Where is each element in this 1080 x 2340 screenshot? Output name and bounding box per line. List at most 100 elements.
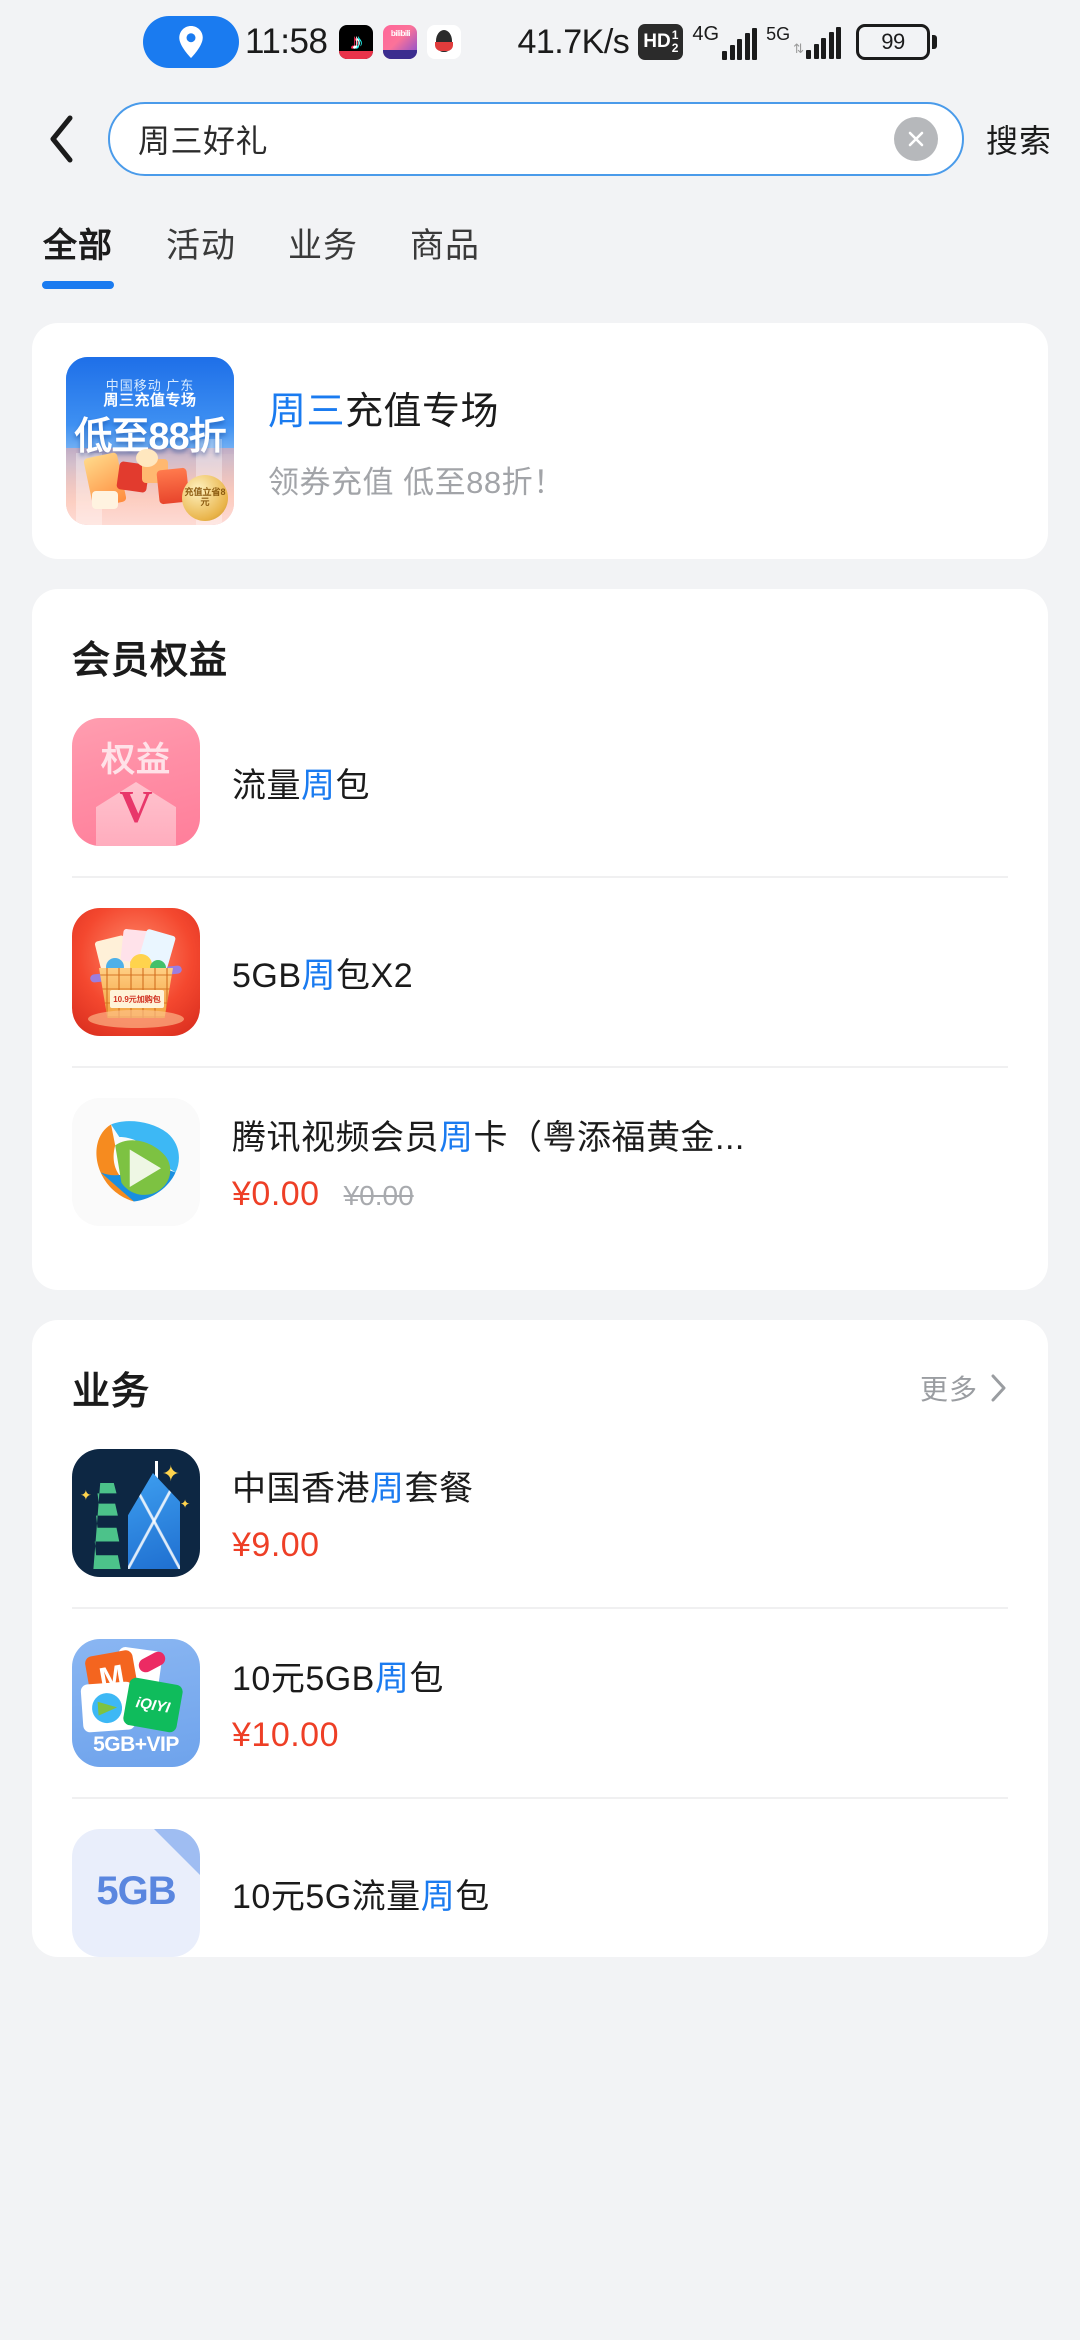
search-input[interactable]: 周三好礼 <box>108 102 964 176</box>
battery-level: 99 <box>881 29 905 54</box>
data-pack-icon-text: 5GB <box>96 1869 176 1913</box>
list-item-name: 10元5GB周包 <box>232 1651 1008 1700</box>
location-pin-icon <box>142 16 239 68</box>
promo-title-highlight: 周三 <box>268 391 346 433</box>
item-price: ¥10.00 <box>232 1716 339 1754</box>
hongkong-skyline-icon: ✦ ✦ ✦ <box>72 1449 200 1577</box>
item-name-pre: 中国香港 <box>232 1470 370 1508</box>
vip-icon-text: 5GB+VIP <box>93 1733 179 1756</box>
item-price-original: ¥0.00 <box>343 1180 414 1211</box>
list-item[interactable]: ✦ ✦ ✦ 中国香港周套餐 ¥9.00 <box>72 1425 1008 1607</box>
item-name-post: 包X2 <box>336 956 414 995</box>
section-services: 业务 更多 ✦ ✦ ✦ 中国香港周套餐 ¥9.00 M iQIYI 5GB+VI… <box>32 1320 1048 1957</box>
tab-services[interactable]: 业务 <box>288 218 358 295</box>
item-name-pre: 腾讯视频会员 <box>232 1119 439 1157</box>
item-name-post: 包 <box>335 766 370 805</box>
tab-activities-label: 活动 <box>166 227 236 265</box>
tab-all-label: 全部 <box>43 227 113 265</box>
list-item-name: 5GB周包X2 <box>232 948 1008 997</box>
signal-1: 4G <box>692 23 758 60</box>
search-input-value[interactable]: 周三好礼 <box>138 116 894 162</box>
status-app-icons <box>339 25 462 59</box>
list-item[interactable]: 腾讯视频会员周卡（粤添福黄金... ¥0.00 ¥0.00 <box>72 1066 1008 1256</box>
more-link[interactable]: 更多 <box>920 1368 1008 1408</box>
qq-icon <box>427 25 462 59</box>
item-name-post: 卡（粤添福黄金... <box>473 1119 745 1157</box>
hd-label: HD <box>643 31 671 52</box>
back-chevron-icon[interactable] <box>34 109 88 169</box>
section-title-services: 业务 <box>72 1371 151 1413</box>
tab-products-label: 商品 <box>410 227 480 265</box>
search-header: 周三好礼 搜索 <box>0 84 1080 194</box>
gift-basket-icon: 10.9元加购包 <box>72 908 200 1036</box>
signal-1-bars <box>722 28 758 60</box>
signal-2-label: 5G <box>766 24 791 44</box>
tab-services-label: 业务 <box>288 227 358 265</box>
signal-1-label: 4G <box>692 23 720 45</box>
tencent-video-icon <box>72 1098 200 1226</box>
item-name-highlight: 周 <box>370 1470 405 1508</box>
status-bar: 11:58 41.7K/s HD 1 2 4G 5G ⇅ 99 <box>0 0 1080 84</box>
item-name-post: 套餐 <box>404 1470 474 1508</box>
list-item-name: 中国香港周套餐 <box>232 1461 1008 1510</box>
promo-subtitle: 领券充值 低至88折！ <box>268 465 565 500</box>
section-member-benefits: 会员权益 权益 V 流量周包 10.9元加购包 5GB周包X2 腾讯视频会员周卡… <box>32 589 1048 1290</box>
item-name-post: 包 <box>409 1660 444 1698</box>
price-row: ¥9.00 <box>232 1526 1008 1565</box>
hd-sub: 2 <box>671 40 679 55</box>
signal-2-bars <box>806 27 842 59</box>
more-link-label: 更多 <box>919 1373 978 1405</box>
promo-card[interactable]: 中国移动 广东 周三充值专场 低至88折 充值立省8元 周三充值专场 领券充值 … <box>32 323 1048 559</box>
clear-circle-icon[interactable] <box>893 117 938 161</box>
tab-all[interactable]: 全部 <box>42 218 114 295</box>
network-speed: 41.7K/s <box>517 22 630 61</box>
vip-bundle-icon: 5GB+VIP <box>72 1639 200 1767</box>
quanyi-icon-text: 权益 <box>101 741 171 779</box>
signal-2: 5G ⇅ <box>766 24 842 59</box>
tiktok-icon <box>339 25 374 59</box>
item-name-highlight: 周 <box>301 956 337 995</box>
section-title-member-benefits: 会员权益 <box>72 640 229 682</box>
tab-activities[interactable]: 活动 <box>166 218 236 295</box>
search-button[interactable]: 搜索 <box>984 116 1052 162</box>
price-row: ¥10.00 <box>232 1716 1008 1755</box>
item-name-highlight: 周 <box>439 1119 474 1157</box>
hd-sup: 1 <box>671 27 679 42</box>
list-item[interactable]: 5GB 10元5G流量周包 <box>72 1797 1008 1957</box>
status-time: 11:58 <box>244 22 328 61</box>
status-bar-right: 41.7K/s HD 1 2 4G 5G ⇅ 99 <box>517 22 938 62</box>
price-row: ¥0.00 ¥0.00 <box>232 1175 1008 1214</box>
item-name-pre: 10元5GB <box>232 1660 375 1698</box>
basket-icon-text: 10.9元加购包 <box>110 990 164 1008</box>
list-item[interactable]: 10.9元加购包 5GB周包X2 <box>72 876 1008 1066</box>
list-item-name: 10元5G流量周包 <box>232 1869 1008 1918</box>
item-price: ¥9.00 <box>232 1526 320 1564</box>
chevron-right-icon <box>991 1374 1006 1401</box>
item-name-pre: 10元5G流量 <box>232 1877 421 1916</box>
battery-icon: 99 <box>856 24 938 60</box>
promo-title-rest: 充值专场 <box>345 391 500 433</box>
item-price: ¥0.00 <box>232 1175 320 1213</box>
bilibili-icon <box>383 25 418 59</box>
quanyi-badge-icon: 权益 V <box>72 718 200 846</box>
quanyi-icon-letter: V <box>119 781 153 832</box>
tab-active-indicator <box>42 281 114 289</box>
item-name-highlight: 周 <box>301 766 336 805</box>
list-item-name: 流量周包 <box>232 758 1008 807</box>
item-name-highlight: 周 <box>374 1660 410 1698</box>
item-name-highlight: 周 <box>420 1877 456 1916</box>
results-list[interactable]: 中国移动 广东 周三充值专场 低至88折 充值立省8元 周三充值专场 领券充值 … <box>0 295 1080 1957</box>
item-name-pre: 流量 <box>232 766 301 805</box>
data-pack-5gb-icon: 5GB <box>72 1829 200 1957</box>
item-name-pre: 5GB <box>232 956 302 995</box>
promo-title: 周三充值专场 <box>268 380 1014 435</box>
item-name-post: 包 <box>455 1877 490 1916</box>
list-item[interactable]: 权益 V 流量周包 <box>72 694 1008 876</box>
tab-products[interactable]: 商品 <box>410 218 480 295</box>
promo-thumbnail: 中国移动 广东 周三充值专场 低至88折 充值立省8元 <box>66 357 234 525</box>
data-transfer-icon: ⇅ <box>793 41 805 56</box>
hd-voice-icon: HD 1 2 <box>638 23 684 61</box>
category-tabs: 全部 活动 业务 商品 <box>0 194 1080 295</box>
list-item-name: 腾讯视频会员周卡（粤添福黄金... <box>232 1110 1008 1159</box>
list-item[interactable]: 5GB+VIP 10元5GB周包 ¥10.00 <box>72 1607 1008 1797</box>
